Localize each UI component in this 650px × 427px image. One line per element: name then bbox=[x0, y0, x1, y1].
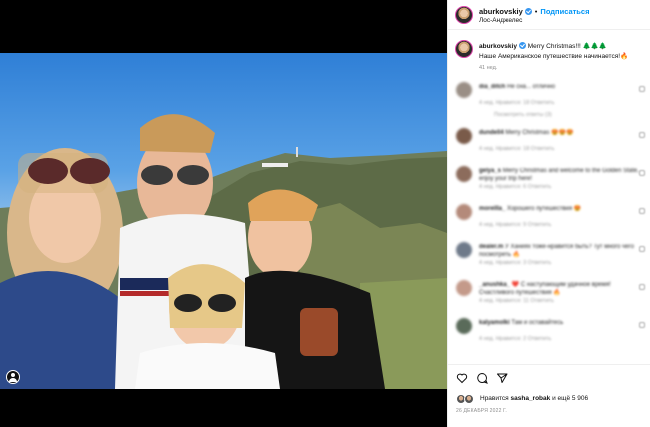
comment-icon[interactable] bbox=[476, 372, 488, 384]
comment-meta[interactable]: 4 нед. Нравится: 18 Ответить bbox=[479, 100, 554, 106]
commenter-avatar[interactable] bbox=[456, 204, 472, 220]
comment-meta[interactable]: 4 нед. Нравится: 3 Ответить bbox=[479, 260, 551, 266]
comment-like-icon[interactable] bbox=[639, 322, 645, 328]
commenter-username[interactable]: dundell4 bbox=[479, 130, 504, 136]
likes-user[interactable]: sasha_robak bbox=[511, 395, 551, 402]
commenter-username[interactable]: _anushka_ bbox=[479, 282, 510, 288]
comment-meta[interactable]: 4 нед. Нравится: 6 Ответить bbox=[479, 184, 551, 190]
comment-item: kalyamolki Там и оставайтесь 4 нед. Нрави… bbox=[448, 316, 650, 352]
caption-greeting: Merry Christmas!!! bbox=[527, 43, 581, 50]
comment-text: kalyamolki Там и оставайтесь bbox=[479, 319, 647, 327]
comment-like-icon[interactable] bbox=[639, 284, 645, 290]
commenter-username[interactable]: dealer.m bbox=[479, 244, 503, 250]
comment-like-icon[interactable] bbox=[639, 246, 645, 252]
comment-text: dia_ditch Не сна... отлично bbox=[479, 83, 647, 91]
author-line: aburkovskiy • Подписаться bbox=[479, 7, 589, 16]
user-tag-icon[interactable] bbox=[6, 370, 20, 384]
comment-item: dealer.m У Ханиях тоже-нравится быть? Ту… bbox=[448, 240, 650, 276]
commenter-username[interactable]: moreilla_ bbox=[479, 206, 505, 212]
share-icon[interactable] bbox=[496, 372, 508, 384]
comments-list[interactable]: dia_ditch Не сна... отлично 4 нед. Нравит… bbox=[448, 80, 650, 365]
separator-dot: • bbox=[534, 7, 538, 16]
comment-like-icon[interactable] bbox=[639, 208, 645, 214]
post-viewer: aburkovskiy • Подписаться Лос-Анджелес abu… bbox=[0, 0, 650, 427]
view-replies-link[interactable]: Посмотреть ответы (3) bbox=[494, 112, 552, 118]
caption-timestamp[interactable]: 41 нед. bbox=[479, 65, 497, 71]
comment-meta[interactable]: 4 нед. Нравится: 11 Ответить bbox=[479, 298, 554, 304]
commenter-username[interactable]: dia_ditch bbox=[479, 84, 505, 90]
commenter-avatar[interactable] bbox=[456, 166, 472, 182]
comment-body: Не сна... отлично bbox=[507, 84, 556, 90]
verified-badge-icon bbox=[524, 8, 532, 15]
comment-like-icon[interactable] bbox=[639, 170, 645, 176]
post-location[interactable]: Лос-Анджелес bbox=[479, 17, 522, 24]
comment-item: dia_ditch Не сна... отлично 4 нед. Нравит… bbox=[448, 80, 650, 116]
likes-summary[interactable]: Нравится sasha_robak и ещё 5 906 bbox=[480, 395, 588, 402]
caption-author-avatar[interactable] bbox=[455, 40, 473, 58]
comment-text: dundell4 Merry Christmas 😍😍😍 bbox=[479, 129, 647, 137]
comment-like-icon[interactable] bbox=[639, 86, 645, 92]
commenter-avatar[interactable] bbox=[456, 128, 472, 144]
commenter-avatar[interactable] bbox=[456, 318, 472, 334]
commenter-username[interactable]: kalyamolki bbox=[479, 320, 510, 326]
post-side-panel: aburkovskiy • Подписаться Лос-Анджелес abu… bbox=[447, 0, 650, 427]
post-header: aburkovskiy • Подписаться Лос-Анджелес bbox=[448, 0, 650, 30]
commenter-avatar[interactable] bbox=[456, 242, 472, 258]
post-actions: Нравится sasha_robak и ещё 5 906 26 ДЕКА… bbox=[448, 364, 650, 427]
comment-body: Хорошего путешествия 😍 bbox=[507, 206, 582, 212]
commenter-username[interactable]: gelya_s bbox=[479, 168, 501, 174]
caption-first-line: aburkovskiy Merry Christmas!!! 🌲🌲🌲 bbox=[479, 42, 607, 50]
comment-body: Merry Christmas and welcome to the Golde… bbox=[479, 168, 639, 182]
post-date: 26 ДЕКАБРЯ 2022 Г. bbox=[456, 408, 508, 414]
likes-prefix: Нравится bbox=[480, 395, 509, 402]
follow-button[interactable]: Подписаться bbox=[540, 7, 589, 16]
likes-suffix[interactable]: и ещё 5 906 bbox=[552, 395, 588, 402]
caption-username[interactable]: aburkovskiy bbox=[479, 43, 517, 50]
comment-item: moreilla_ Хорошего путешествия 😍 4 нед. Н… bbox=[448, 202, 650, 238]
liker-avatar[interactable] bbox=[464, 394, 474, 404]
comment-item: _anushka_ ❤️ С наступающим удачное время… bbox=[448, 278, 650, 314]
comment-meta[interactable]: 4 нед. Нравится: 18 Ответить bbox=[479, 146, 554, 152]
comment-text: dealer.m У Ханиях тоже-нравится быть? Ту… bbox=[479, 243, 647, 259]
comment-body: Там и оставайтесь bbox=[511, 320, 564, 326]
caption-verified-badge-icon bbox=[518, 42, 526, 49]
comment-text: moreilla_ Хорошего путешествия 😍 bbox=[479, 205, 647, 213]
comment-body: У Ханиях тоже-нравится быть? Тут много ч… bbox=[479, 244, 634, 258]
comment-item: dundell4 Merry Christmas 😍😍😍 4 нед. Нрави… bbox=[448, 126, 650, 162]
tree-emoji-icon: 🌲🌲🌲 bbox=[582, 43, 607, 50]
comment-like-icon[interactable] bbox=[639, 132, 645, 138]
likes-row: Нравится sasha_robak и ещё 5 906 bbox=[456, 394, 646, 406]
commenter-avatar[interactable] bbox=[456, 82, 472, 98]
comment-meta[interactable]: 4 нед. Нравится: 9 Ответить bbox=[479, 222, 551, 228]
post-photo[interactable] bbox=[0, 53, 447, 389]
author-avatar[interactable] bbox=[455, 6, 473, 24]
commenter-avatar[interactable] bbox=[456, 280, 472, 296]
caption-second-line: Наше Американское путешествие начинается… bbox=[479, 52, 628, 60]
comment-text: _anushka_ ❤️ С наступающим удачное время… bbox=[479, 281, 647, 297]
heart-icon[interactable] bbox=[456, 372, 468, 384]
comment-text: gelya_s Merry Christmas and welcome to t… bbox=[479, 167, 647, 183]
comment-item: gelya_s Merry Christmas and welcome to t… bbox=[448, 164, 650, 200]
author-username[interactable]: aburkovskiy bbox=[479, 7, 523, 16]
media-area bbox=[0, 0, 447, 427]
caption-text: Наше Американское путешествие начинается… bbox=[479, 53, 621, 60]
photo-scene bbox=[0, 114, 447, 389]
fire-emoji-icon: 🔥 bbox=[620, 53, 629, 60]
comment-meta[interactable]: 4 нед. Нравится: 2 Ответить bbox=[479, 336, 551, 342]
comment-body: Merry Christmas 😍😍😍 bbox=[505, 130, 574, 136]
